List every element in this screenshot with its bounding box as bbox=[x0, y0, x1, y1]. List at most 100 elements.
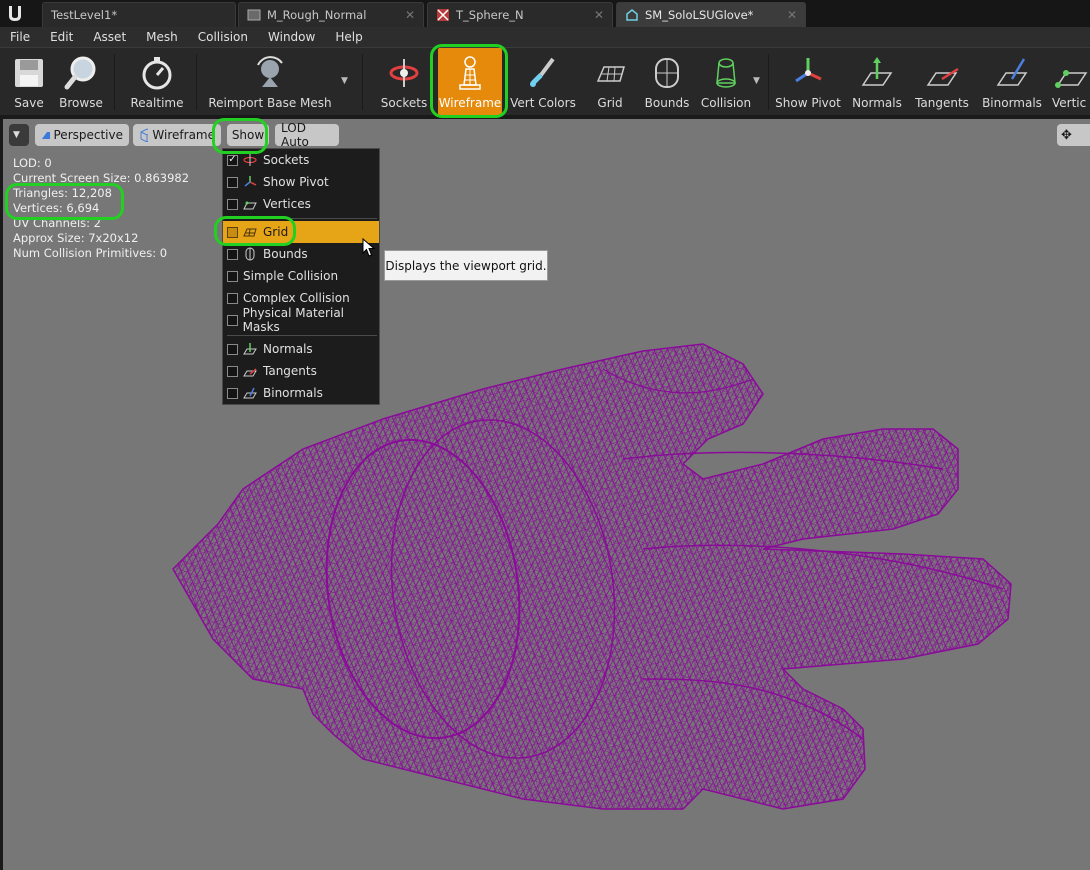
menu-file[interactable]: File bbox=[0, 30, 40, 44]
binormals-button[interactable]: Binormals bbox=[982, 48, 1042, 116]
show-button[interactable]: Show bbox=[227, 124, 269, 146]
toolbar-separator bbox=[196, 54, 197, 110]
show-menu-simple-collision[interactable]: Simple Collision bbox=[223, 265, 379, 287]
wireframe-pawn-icon bbox=[459, 56, 481, 90]
collision-button[interactable]: Collision bbox=[700, 48, 752, 116]
tab-t-sphere-n[interactable]: T_Sphere_N ✕ bbox=[427, 2, 613, 27]
stat-lod: LOD: 0 bbox=[13, 156, 52, 170]
glove-wireframe bbox=[172, 343, 1012, 810]
grid-button[interactable]: Grid bbox=[590, 48, 630, 116]
transform-toolbar-button[interactable]: ✥ bbox=[1057, 124, 1090, 146]
save-button[interactable]: Save bbox=[8, 48, 50, 116]
stat-vertices: Vertices: 6,694 bbox=[13, 201, 100, 215]
grid-icon bbox=[596, 66, 625, 82]
sockets-icon bbox=[389, 59, 419, 87]
collision-icon bbox=[716, 58, 736, 88]
stat-triangles: Triangles: 12,208 bbox=[13, 186, 112, 200]
checkbox[interactable] bbox=[227, 365, 238, 377]
static-mesh-icon bbox=[626, 9, 638, 21]
viewport-toolbar: ▼ Perspective Wireframe Show LOD Auto ✥ bbox=[3, 119, 1090, 151]
close-icon[interactable]: ✕ bbox=[787, 8, 797, 22]
show-menu-vertices[interactable]: Vertices bbox=[223, 193, 379, 215]
checkbox[interactable] bbox=[227, 343, 238, 355]
checkbox[interactable] bbox=[227, 314, 238, 326]
checkbox[interactable] bbox=[227, 198, 238, 210]
vertices-icon bbox=[243, 201, 257, 210]
tangents-icon bbox=[926, 67, 959, 86]
perspective-button[interactable]: Perspective bbox=[35, 124, 129, 146]
bounds-button[interactable]: Bounds bbox=[642, 48, 692, 116]
menu-bar: File Edit Asset Mesh Collision Window He… bbox=[0, 27, 1090, 47]
tab-label: SM_SoloLSUGlove* bbox=[645, 8, 754, 22]
tab-label: M_Rough_Normal bbox=[267, 8, 367, 22]
checkbox[interactable] bbox=[227, 176, 238, 188]
tab-label: T_Sphere_N bbox=[456, 8, 524, 22]
close-icon[interactable]: ✕ bbox=[594, 8, 604, 22]
mouse-cursor-icon bbox=[362, 238, 376, 257]
grid-icon bbox=[243, 228, 257, 237]
show-menu-bounds[interactable]: Bounds bbox=[223, 243, 379, 265]
stat-uv-channels: UV Channels: 2 bbox=[13, 216, 101, 230]
normals-button[interactable]: Normals bbox=[852, 48, 902, 116]
close-icon[interactable]: ✕ bbox=[405, 8, 415, 22]
stopwatch-icon bbox=[142, 57, 172, 90]
show-menu-grid[interactable]: Grid bbox=[223, 221, 379, 243]
unreal-logo-icon[interactable] bbox=[6, 4, 24, 24]
browse-button[interactable]: Browse bbox=[58, 48, 104, 116]
lod-auto-button[interactable]: LOD Auto bbox=[275, 121, 339, 149]
sockets-button[interactable]: Sockets bbox=[380, 48, 428, 116]
menu-collision[interactable]: Collision bbox=[188, 30, 258, 44]
show-menu-normals[interactable]: Normals bbox=[223, 338, 379, 360]
realtime-button[interactable]: Realtime bbox=[130, 48, 184, 116]
chevron-down-icon[interactable]: ▼ bbox=[753, 76, 760, 86]
menu-edit[interactable]: Edit bbox=[40, 30, 83, 44]
normals-icon bbox=[243, 343, 257, 355]
menu-help[interactable]: Help bbox=[325, 30, 372, 44]
toolbar-separator bbox=[362, 54, 363, 110]
texture-icon bbox=[437, 9, 449, 21]
binormals-icon bbox=[996, 58, 1028, 86]
show-menu-physical-material-masks[interactable]: Physical Material Masks bbox=[223, 306, 379, 334]
binormals-icon bbox=[243, 387, 257, 399]
checkbox[interactable] bbox=[227, 270, 238, 282]
checkbox[interactable]: ✓ bbox=[227, 154, 238, 166]
chevron-down-icon[interactable]: ▼ bbox=[341, 76, 348, 86]
tab-testlevel1[interactable]: TestLevel1* bbox=[42, 2, 236, 27]
checkbox[interactable] bbox=[227, 248, 238, 260]
tab-label: TestLevel1* bbox=[51, 8, 118, 22]
checkbox[interactable] bbox=[227, 226, 238, 238]
material-icon bbox=[247, 9, 261, 21]
menu-window[interactable]: Window bbox=[258, 30, 325, 44]
save-icon bbox=[15, 59, 43, 87]
wireframe-cube-icon bbox=[140, 128, 149, 142]
show-menu-sockets[interactable]: ✓ Sockets bbox=[223, 149, 379, 171]
checkbox[interactable] bbox=[227, 292, 238, 304]
menu-asset[interactable]: Asset bbox=[83, 30, 136, 44]
wireframe-button[interactable]: Wireframe bbox=[438, 48, 502, 116]
mesh-stats-overlay: LOD: 0 Current Screen Size: 0.863982 Tri… bbox=[13, 156, 189, 261]
bounds-icon bbox=[655, 58, 679, 88]
show-menu-binormals[interactable]: Binormals bbox=[223, 382, 379, 404]
sockets-icon bbox=[243, 154, 257, 166]
paint-brush-icon bbox=[530, 57, 555, 87]
tab-m-rough-normal[interactable]: M_Rough_Normal ✕ bbox=[238, 2, 424, 27]
view-mode-wireframe-button[interactable]: Wireframe bbox=[133, 124, 221, 146]
show-pivot-button[interactable]: Show Pivot bbox=[775, 48, 841, 116]
normals-icon bbox=[861, 57, 893, 86]
show-menu-show-pivot[interactable]: Show Pivot bbox=[223, 171, 379, 193]
reimport-base-mesh-button[interactable]: Reimport Base Mesh bbox=[208, 48, 332, 116]
vert-colors-button[interactable]: Vert Colors bbox=[510, 48, 576, 116]
vertices-button[interactable]: Vertic bbox=[1052, 48, 1090, 116]
document-tab-bar: TestLevel1* M_Rough_Normal ✕ T_Sphere_N … bbox=[0, 0, 1090, 27]
menu-mesh[interactable]: Mesh bbox=[136, 30, 188, 44]
show-menu-tangents[interactable]: Tangents bbox=[223, 360, 379, 382]
viewport-options-button[interactable]: ▼ bbox=[9, 124, 29, 146]
stat-collision-primitives: Num Collision Primitives: 0 bbox=[13, 246, 168, 260]
reimport-icon bbox=[257, 56, 283, 87]
bounds-icon bbox=[245, 247, 255, 261]
tab-sm-sololsuglove[interactable]: SM_SoloLSUGlove* ✕ bbox=[616, 2, 806, 27]
grid-tooltip: Displays the viewport grid. bbox=[384, 250, 548, 281]
mesh-viewport[interactable]: ▼ Perspective Wireframe Show LOD Auto ✥ … bbox=[0, 119, 1090, 870]
tangents-button[interactable]: Tangents bbox=[914, 48, 970, 116]
checkbox[interactable] bbox=[227, 387, 238, 399]
